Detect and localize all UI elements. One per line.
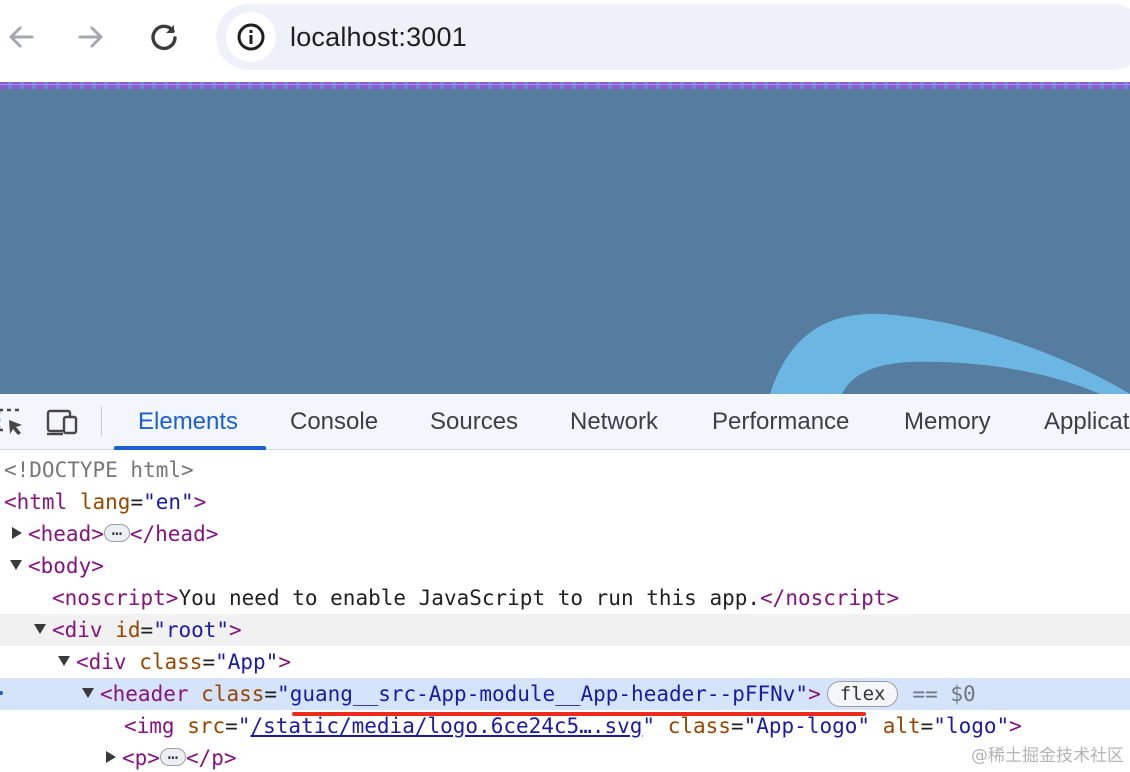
flex-badge[interactable]: flex bbox=[826, 681, 899, 707]
tree-row-header[interactable]: <header class="guang__src-App-module__Ap… bbox=[0, 678, 1130, 710]
tree-row-noscript[interactable]: <noscript>You need to enable JavaScript … bbox=[0, 582, 1130, 614]
back-button[interactable] bbox=[0, 16, 42, 58]
img-class-attr: class bbox=[667, 714, 731, 738]
tab-performance[interactable]: Performance bbox=[712, 408, 849, 436]
tree-row-img[interactable]: <img src="/static/media/logo.6ce24c5….sv… bbox=[0, 710, 1130, 742]
tab-memory[interactable]: Memory bbox=[904, 408, 991, 436]
page-viewport bbox=[0, 82, 1130, 394]
div-tag-open: <div bbox=[52, 618, 103, 642]
img-class-value[interactable]: "App-logo" bbox=[744, 714, 870, 738]
react-logo-fragment bbox=[770, 313, 1130, 394]
head-tag-open: <head> bbox=[28, 522, 104, 546]
header-class-attr: class bbox=[201, 682, 265, 706]
reload-button[interactable] bbox=[143, 16, 185, 58]
equals-sign: = bbox=[225, 714, 238, 738]
div-class-value[interactable]: "App" bbox=[215, 650, 278, 674]
selected-row-marker bbox=[0, 691, 3, 695]
quote-mark: " bbox=[237, 714, 251, 738]
tab-application[interactable]: Applicat bbox=[1044, 408, 1129, 436]
html-lang-attr: lang bbox=[79, 490, 131, 514]
tag-close: > bbox=[193, 490, 207, 514]
device-toolbar-button[interactable] bbox=[46, 406, 80, 438]
p-tag-open: <p> bbox=[122, 746, 160, 770]
p-tag-close: </p> bbox=[185, 746, 237, 770]
noscript-tag-open: <noscript> bbox=[52, 586, 179, 610]
div-id-attr: id bbox=[115, 618, 141, 642]
tree-row-html[interactable]: <html lang="en"> bbox=[0, 486, 1130, 518]
expand-arrow-icon[interactable] bbox=[12, 527, 22, 539]
active-tab-indicator bbox=[114, 446, 266, 450]
reload-icon bbox=[151, 24, 177, 51]
div-tag-open: <div bbox=[76, 650, 127, 674]
collapse-arrow-icon[interactable] bbox=[82, 688, 94, 698]
div-class-attr: class bbox=[139, 650, 203, 674]
img-tag-open: <img bbox=[124, 714, 175, 738]
noscript-tag-close: </noscript> bbox=[760, 586, 900, 610]
quote-mark: " bbox=[642, 714, 656, 738]
header-tag-open: <header bbox=[100, 682, 189, 706]
img-alt-attr: alt bbox=[882, 714, 921, 738]
tree-row-div-app[interactable]: <div class="App"> bbox=[0, 646, 1130, 678]
html-lang-value[interactable]: "en" bbox=[143, 490, 194, 514]
noscript-text: You need to enable JavaScript to run thi… bbox=[178, 586, 761, 610]
equals-sign: = bbox=[202, 650, 216, 674]
html-tag-open: <html bbox=[4, 490, 68, 514]
forward-button[interactable] bbox=[70, 16, 112, 58]
equals-sign: = bbox=[130, 490, 144, 514]
tree-row-div-root[interactable]: <div id="root"> bbox=[0, 614, 1130, 646]
browser-toolbar: localhost:3001 bbox=[0, 0, 1130, 82]
address-bar[interactable]: localhost:3001 bbox=[216, 4, 1130, 70]
watermark: @稀土掘金技术社区 bbox=[971, 746, 1124, 766]
tag-close: > bbox=[808, 682, 821, 706]
collapse-arrow-icon[interactable] bbox=[34, 624, 46, 634]
tree-row-head[interactable]: <head>… </head> bbox=[0, 518, 1130, 550]
info-circle-icon bbox=[237, 23, 265, 51]
doctype-node: <!DOCTYPE html> bbox=[4, 458, 194, 482]
body-tag-open: <body> bbox=[28, 554, 104, 578]
tag-close: > bbox=[1009, 714, 1022, 738]
equals-sign: = bbox=[140, 618, 154, 642]
selected-node-marker: == $0 bbox=[912, 682, 976, 706]
arrow-left-icon bbox=[9, 26, 34, 48]
tab-sources[interactable]: Sources bbox=[430, 408, 518, 436]
img-src-attr: src bbox=[187, 714, 226, 738]
select-element-icon bbox=[0, 408, 22, 435]
collapsed-ellipsis-icon[interactable]: … bbox=[103, 521, 130, 542]
toolbar-divider bbox=[101, 406, 102, 436]
tree-row-doctype[interactable]: <!DOCTYPE html> bbox=[0, 454, 1130, 486]
equals-sign: = bbox=[264, 682, 278, 706]
tab-elements[interactable]: Elements bbox=[138, 408, 238, 436]
tag-close: > bbox=[278, 650, 291, 674]
img-alt-value[interactable]: "logo" bbox=[933, 714, 1009, 738]
elements-tree: <!DOCTYPE html> <html lang="en"> <head>…… bbox=[0, 451, 1130, 772]
site-info-button[interactable] bbox=[226, 12, 276, 62]
url-text[interactable]: localhost:3001 bbox=[290, 22, 467, 53]
tab-console[interactable]: Console bbox=[290, 408, 378, 436]
devtools-tab-bar: Elements Console Sources Network Perform… bbox=[0, 394, 1130, 450]
div-id-value[interactable]: "root" bbox=[153, 618, 229, 642]
collapsed-ellipsis-icon[interactable]: … bbox=[159, 745, 186, 766]
img-src-link[interactable]: /static/media/logo.6ce24c5….svg bbox=[250, 714, 642, 738]
tree-row-body[interactable]: <body> bbox=[0, 550, 1130, 582]
equals-sign: = bbox=[920, 714, 934, 738]
tab-network[interactable]: Network bbox=[570, 408, 658, 436]
equals-sign: = bbox=[730, 714, 744, 738]
device-mode-icon bbox=[46, 409, 78, 436]
collapse-arrow-icon[interactable] bbox=[58, 656, 70, 666]
collapse-arrow-icon[interactable] bbox=[10, 560, 22, 570]
inspect-element-button[interactable] bbox=[0, 406, 28, 438]
header-class-value[interactable]: "guang__src-App-module__App-header--pFFN… bbox=[277, 682, 808, 706]
tree-row-p[interactable]: <p>… </p> bbox=[0, 742, 1130, 772]
expand-arrow-icon[interactable] bbox=[106, 751, 116, 763]
arrow-right-icon bbox=[78, 26, 103, 48]
head-tag-close: </head> bbox=[129, 522, 219, 546]
tag-close: > bbox=[229, 618, 242, 642]
